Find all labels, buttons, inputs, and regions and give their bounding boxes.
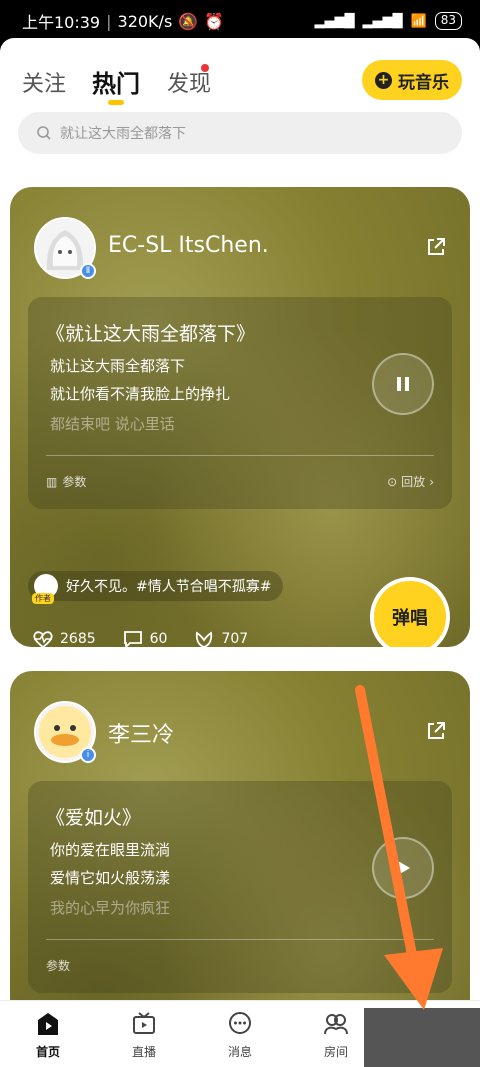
alarm-icon: ⏰ [204, 11, 225, 31]
nav-label: 消息 [227, 1045, 252, 1059]
signal-icon: ▂▄▆█ [314, 13, 355, 29]
gift-count: 707 [221, 631, 249, 647]
chat-bubble-icon [229, 1012, 251, 1034]
pause-button[interactable] [372, 353, 434, 415]
signal-icon-2: ▂▄▆█ [362, 13, 403, 29]
sing-along-button[interactable]: 弹唱 [370, 577, 450, 647]
share-icon[interactable] [424, 235, 448, 259]
heart-pulse-icon [33, 631, 53, 647]
params-link[interactable]: ▥ 参数 [46, 473, 86, 490]
lyric-line: 我的心早为你疯狂 [50, 899, 171, 917]
network-speed: 320K/s [117, 11, 173, 31]
author-comment[interactable]: 作者 好久不见。#情人节合唱不孤寡# [28, 571, 284, 604]
mute-icon: 🔕 [178, 11, 199, 31]
tv-icon [133, 1012, 155, 1034]
lyric-line: 你的爱在眼里流淌 [50, 841, 171, 859]
info-badge-icon: i [80, 747, 96, 763]
username[interactable]: EC-SL ItsChen. [108, 233, 269, 258]
play-music-button[interactable]: + 玩音乐 [362, 60, 462, 100]
play-button[interactable] [372, 837, 434, 899]
people-icon [324, 1014, 348, 1035]
plus-icon: + [375, 71, 392, 89]
home-play-icon [38, 1013, 58, 1035]
nav-live[interactable]: 直播 [114, 1011, 174, 1060]
active-tab-indicator [108, 100, 124, 105]
username[interactable]: 李三冷 [108, 717, 174, 749]
nav-rooms[interactable]: 房间 [306, 1011, 366, 1060]
comment-button[interactable]: 60 [122, 629, 168, 647]
top-nav: 关注 热门 发现 + 玩音乐 [0, 48, 480, 105]
like-count: 2685 [60, 631, 96, 647]
replay-label: 回放 [401, 475, 426, 489]
params-label: 参数 [46, 959, 71, 973]
song-title: 《爱如火》 [46, 807, 142, 829]
author-avatar: 作者 [32, 574, 58, 604]
comment-count: 60 [149, 631, 168, 647]
app-screen: 关注 热门 发现 + 玩音乐 就让这大雨全都落下 Ⅱ EC-SL ItsChen… [0, 38, 480, 1067]
play-music-label: 玩音乐 [398, 72, 449, 93]
nav-label: 直播 [131, 1045, 156, 1059]
nav-messages[interactable]: 消息 [210, 1011, 270, 1060]
battery-icon: 83 [434, 12, 462, 30]
tab-follow[interactable]: 关注 [22, 66, 66, 98]
flower-icon [196, 631, 213, 647]
wifi-icon: 📶 [410, 13, 427, 29]
song-title: 《就让这大雨全都落下》 [46, 323, 256, 345]
chevron-right-icon: › [429, 474, 434, 489]
nav-home[interactable]: 首页 [18, 1011, 78, 1060]
status-bar: 上午10:39 | 320K/s 🔕 ⏰ ▂▄▆█ ▂▄▆█ 📶 83 [0, 0, 480, 42]
author-text: 好久不见。#情人节合唱不孤寡# [66, 579, 272, 595]
replay-link[interactable]: ⊙ 回放 › [387, 473, 434, 490]
lyric-line: 爱情它如火般荡漾 [50, 869, 171, 887]
progress-line [46, 939, 434, 940]
gift-button[interactable]: 707 [193, 629, 248, 647]
piano-icon: ▥ [46, 474, 58, 489]
pause-badge-icon: Ⅱ [80, 263, 96, 279]
stats-row: 2685 60 707 [32, 629, 248, 647]
search-icon [37, 126, 51, 140]
lyric-line: 就让这大雨全都落下 [50, 357, 186, 375]
search-bar[interactable]: 就让这大雨全都落下 [18, 112, 462, 154]
share-icon[interactable] [424, 719, 448, 743]
params-label: 参数 [62, 475, 87, 489]
nav-label: 首页 [35, 1045, 60, 1059]
gesture-area [364, 1008, 480, 1067]
author-badge: 作者 [32, 593, 54, 604]
pause-icon [397, 377, 409, 391]
notification-dot [201, 64, 209, 72]
lyric-panel[interactable]: 《就让这大雨全都落下》 就让这大雨全都落下 就让你看不清我脸上的挣扎 都结束吧 … [28, 297, 452, 509]
lyric-line: 就让你看不清我脸上的挣扎 [50, 385, 231, 403]
progress-line [46, 455, 434, 456]
search-placeholder: 就让这大雨全都落下 [60, 126, 186, 142]
like-button[interactable]: 2685 [32, 629, 96, 647]
tab-hot[interactable]: 热门 [92, 64, 140, 99]
play-icon [398, 861, 410, 875]
replay-icon: ⊙ [387, 474, 398, 489]
nav-label: 房间 [323, 1045, 348, 1059]
lyric-line: 都结束吧 说心里话 [50, 415, 175, 433]
params-link[interactable]: 参数 [46, 957, 70, 974]
lyric-panel[interactable]: 《爱如火》 你的爱在眼里流淌 爱情它如火般荡漾 我的心早为你疯狂 参数 [28, 781, 452, 993]
status-time: 上午10:39 [22, 13, 101, 32]
feed-card[interactable]: Ⅱ EC-SL ItsChen. 《就让这大雨全都落下》 就让这大雨全都落下 就… [10, 187, 470, 647]
comment-icon [123, 631, 142, 647]
